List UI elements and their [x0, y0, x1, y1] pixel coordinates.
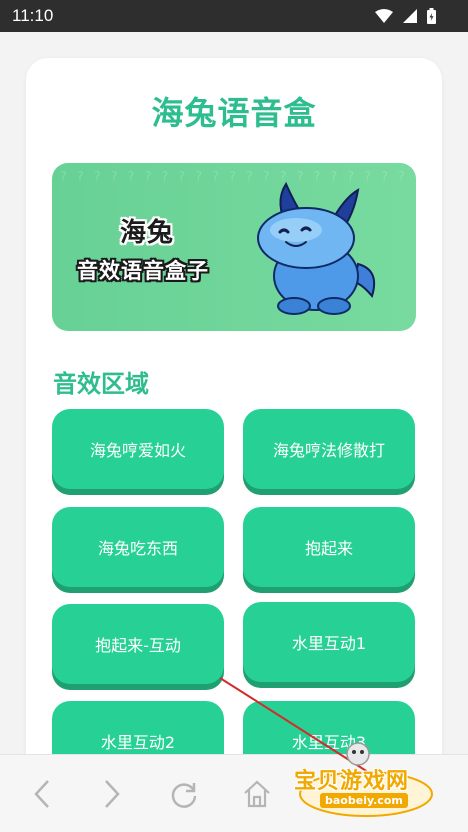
refresh-button[interactable] [162, 772, 206, 816]
signal-icon [403, 9, 417, 23]
forward-button[interactable] [90, 772, 134, 816]
banner-title: 海兔 [120, 218, 175, 248]
status-time: 11:10 [12, 6, 54, 25]
sound-button[interactable]: 抱起来 [243, 507, 415, 587]
status-bar: 11:10 [0, 0, 468, 32]
banner-subtitle: 音效语音盒子 [77, 259, 209, 283]
wifi-icon [375, 9, 393, 23]
back-arrow-icon [34, 780, 49, 808]
watermark-text: 宝贝游戏网 [294, 769, 410, 794]
forward-arrow-icon [105, 780, 120, 808]
refresh-icon [171, 783, 197, 808]
back-button[interactable] [20, 772, 64, 816]
status-icons [375, 8, 436, 24]
sound-button[interactable]: 海兔吃东西 [52, 507, 224, 587]
watermark-url: baobeiy.com [320, 793, 408, 808]
section-title: 音效区域 [53, 370, 149, 398]
sound-button[interactable]: 海兔哼爱如火 [52, 409, 224, 489]
home-icon [244, 780, 270, 808]
sound-button[interactable]: 海兔哼法修散打 [243, 409, 415, 489]
home-button[interactable] [235, 772, 279, 816]
sea-rabbit-mascot-icon [257, 181, 376, 315]
sound-button[interactable]: 水里互动1 [243, 602, 415, 682]
sound-button[interactable]: 抱起来-互动 [52, 604, 224, 684]
battery-icon [427, 8, 436, 24]
app-title: 海兔语音盒 [151, 94, 317, 132]
